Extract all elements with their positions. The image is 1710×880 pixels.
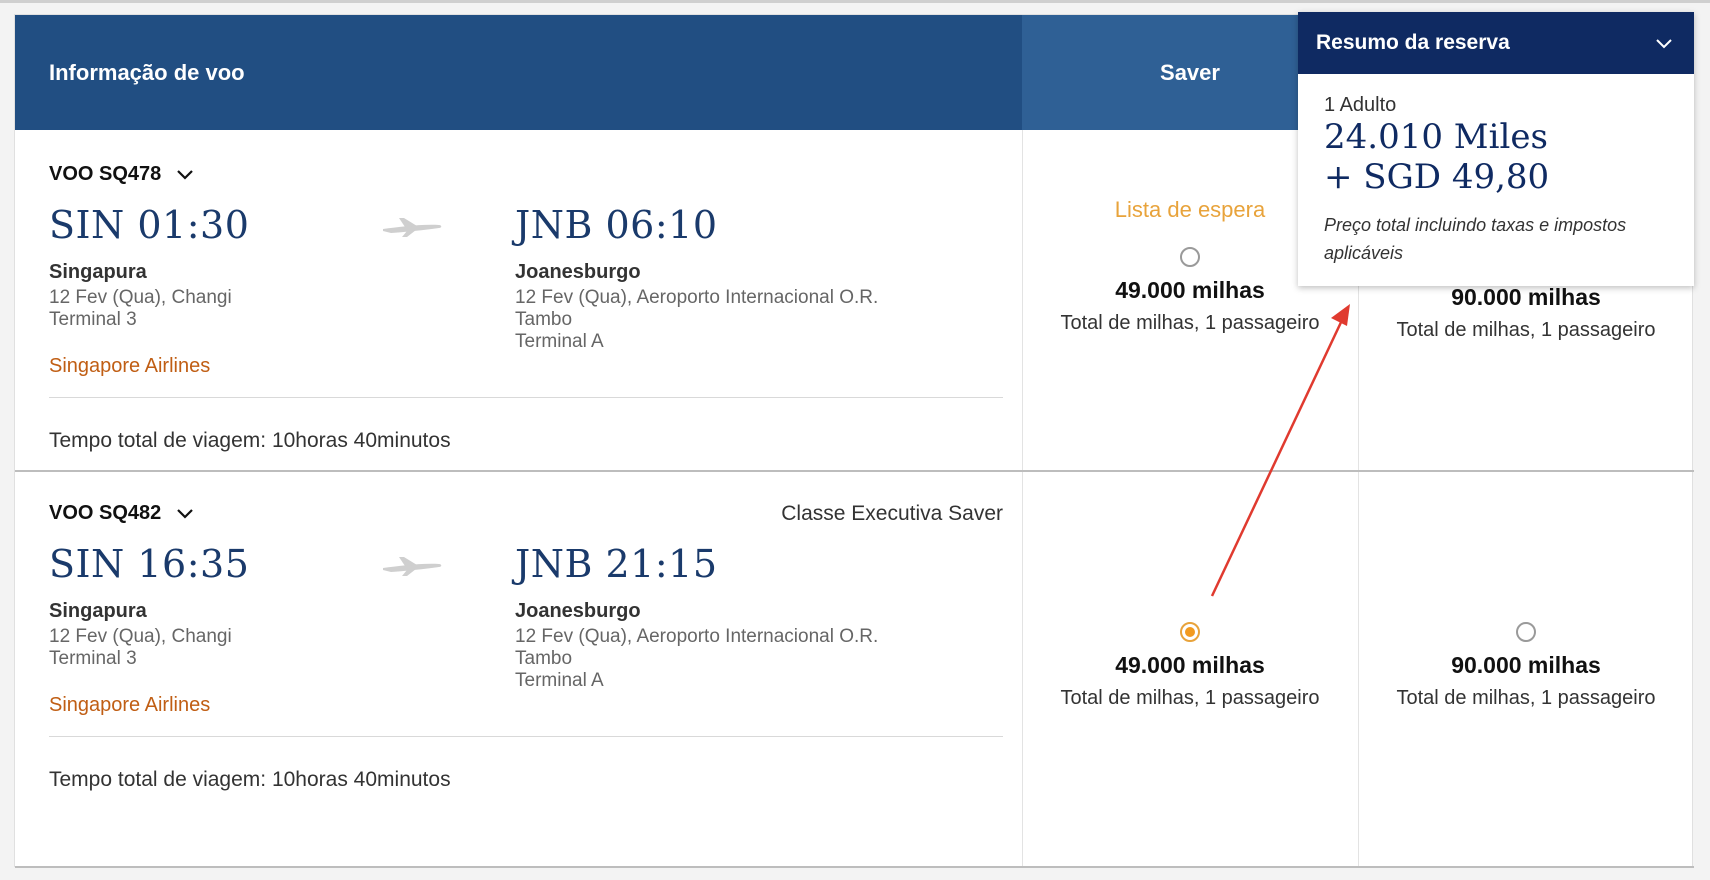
departure-time: SIN 01:30 bbox=[49, 203, 250, 247]
window-top-border bbox=[0, 0, 1710, 3]
passenger-count: 1 Adulto bbox=[1324, 94, 1397, 116]
booking-summary-header[interactable]: Resumo da reserva bbox=[1298, 12, 1694, 74]
departure-city: Singapura bbox=[49, 261, 147, 283]
row-separator bbox=[15, 470, 1694, 472]
fare-miles: 49.000 milhas bbox=[1115, 652, 1265, 678]
fare-option-sq482-advantage: 90.000 milhas Total de milhas, 1 passage… bbox=[1358, 622, 1694, 710]
flight-number: VOO SQ482 bbox=[49, 502, 162, 524]
total-travel-time: Tempo total de viagem: 10horas 40minutos bbox=[49, 429, 451, 452]
total-cash: + SGD 49,80 bbox=[1324, 157, 1550, 197]
arrival-time: JNB 06:10 bbox=[515, 203, 718, 247]
flight-number: VOO SQ478 bbox=[49, 163, 162, 185]
fare-radio-selected[interactable] bbox=[1180, 622, 1200, 642]
departure-city: Singapura bbox=[49, 600, 147, 622]
arrival-airport-cont: Tambo bbox=[515, 309, 573, 330]
fare-miles-caption: Total de milhas, 1 passageiro bbox=[1396, 319, 1656, 341]
airline-name: Singapore Airlines bbox=[49, 694, 211, 716]
fare-miles: 90.000 milhas bbox=[1451, 652, 1601, 678]
airline-name: Singapore Airlines bbox=[49, 355, 211, 377]
flight-info-header: Informação de voo bbox=[15, 15, 1022, 130]
row-separator bbox=[15, 866, 1694, 868]
airplane-icon bbox=[383, 218, 442, 237]
airplane-icon bbox=[383, 557, 442, 576]
departure-details: 12 Fev (Qua), Changi Terminal 3 bbox=[49, 287, 232, 331]
fare-radio[interactable] bbox=[1516, 622, 1536, 642]
chevron-down-icon[interactable] bbox=[1654, 33, 1674, 53]
fare-miles: 90.000 milhas bbox=[1451, 284, 1601, 310]
flight-row-sq482: VOO SQ482 Classe Executiva Saver SIN 16:… bbox=[49, 502, 1003, 802]
departure-date-airport: 12 Fev (Qua), Changi bbox=[49, 287, 232, 308]
arrival-city: Joanesburgo bbox=[515, 261, 641, 283]
fare-option-sq478-advantage: 90.000 milhas Total de milhas, 1 passage… bbox=[1358, 284, 1694, 342]
departure-time: SIN 16:35 bbox=[49, 542, 250, 586]
fare-radio[interactable] bbox=[1180, 247, 1200, 267]
flight-number-toggle[interactable]: VOO SQ478 bbox=[49, 163, 195, 186]
arrival-details: 12 Fev (Qua), Aeroporto Internacional O.… bbox=[515, 287, 878, 353]
fare-miles-caption: Total de milhas, 1 passageiro bbox=[1396, 687, 1656, 709]
departure-terminal: Terminal 3 bbox=[49, 648, 137, 669]
divider bbox=[49, 397, 1003, 398]
booking-summary-body: 1 Adulto 24.010 Miles + SGD 49,80 Preço … bbox=[1298, 74, 1694, 267]
arrival-terminal: Terminal A bbox=[515, 670, 604, 691]
divider bbox=[49, 736, 1003, 737]
flight-info-header-label: Informação de voo bbox=[49, 59, 245, 85]
departure-terminal: Terminal 3 bbox=[49, 309, 137, 330]
arrival-city: Joanesburgo bbox=[515, 600, 641, 622]
flight-number-toggle[interactable]: VOO SQ482 bbox=[49, 502, 195, 525]
arrival-time: JNB 21:15 bbox=[515, 542, 718, 586]
booking-summary-title: Resumo da reserva bbox=[1316, 31, 1510, 54]
fare-miles-caption: Total de milhas, 1 passageiro bbox=[1060, 312, 1320, 334]
flight-row-sq478: VOO SQ478 SIN 01:30 JNB 06:10 Singapura … bbox=[49, 163, 1003, 463]
arrival-terminal: Terminal A bbox=[515, 331, 604, 352]
total-travel-time: Tempo total de viagem: 10horas 40minutos bbox=[49, 768, 451, 791]
chevron-down-icon bbox=[177, 169, 194, 180]
arrival-airport-cont: Tambo bbox=[515, 648, 573, 669]
arrival-date-airport: 12 Fev (Qua), Aeroporto Internacional O.… bbox=[515, 626, 879, 647]
fare-option-sq482-saver: 49.000 milhas Total de milhas, 1 passage… bbox=[1022, 622, 1358, 710]
price-note: Preço total incluindo taxas e impostos a… bbox=[1324, 215, 1627, 263]
booking-summary-panel: Resumo da reserva 1 Adulto 24.010 Miles … bbox=[1298, 12, 1694, 286]
departure-details: 12 Fev (Qua), Changi Terminal 3 bbox=[49, 626, 232, 670]
cabin-class: Classe Executiva Saver bbox=[781, 502, 1003, 525]
chevron-down-icon bbox=[177, 508, 194, 519]
arrival-details: 12 Fev (Qua), Aeroporto Internacional O.… bbox=[515, 626, 878, 692]
total-miles: 24.010 Miles bbox=[1324, 117, 1548, 157]
fare-miles-caption: Total de milhas, 1 passageiro bbox=[1060, 687, 1320, 709]
arrival-date-airport: 12 Fev (Qua), Aeroporto Internacional O.… bbox=[515, 287, 879, 308]
departure-date-airport: 12 Fev (Qua), Changi bbox=[49, 626, 232, 647]
